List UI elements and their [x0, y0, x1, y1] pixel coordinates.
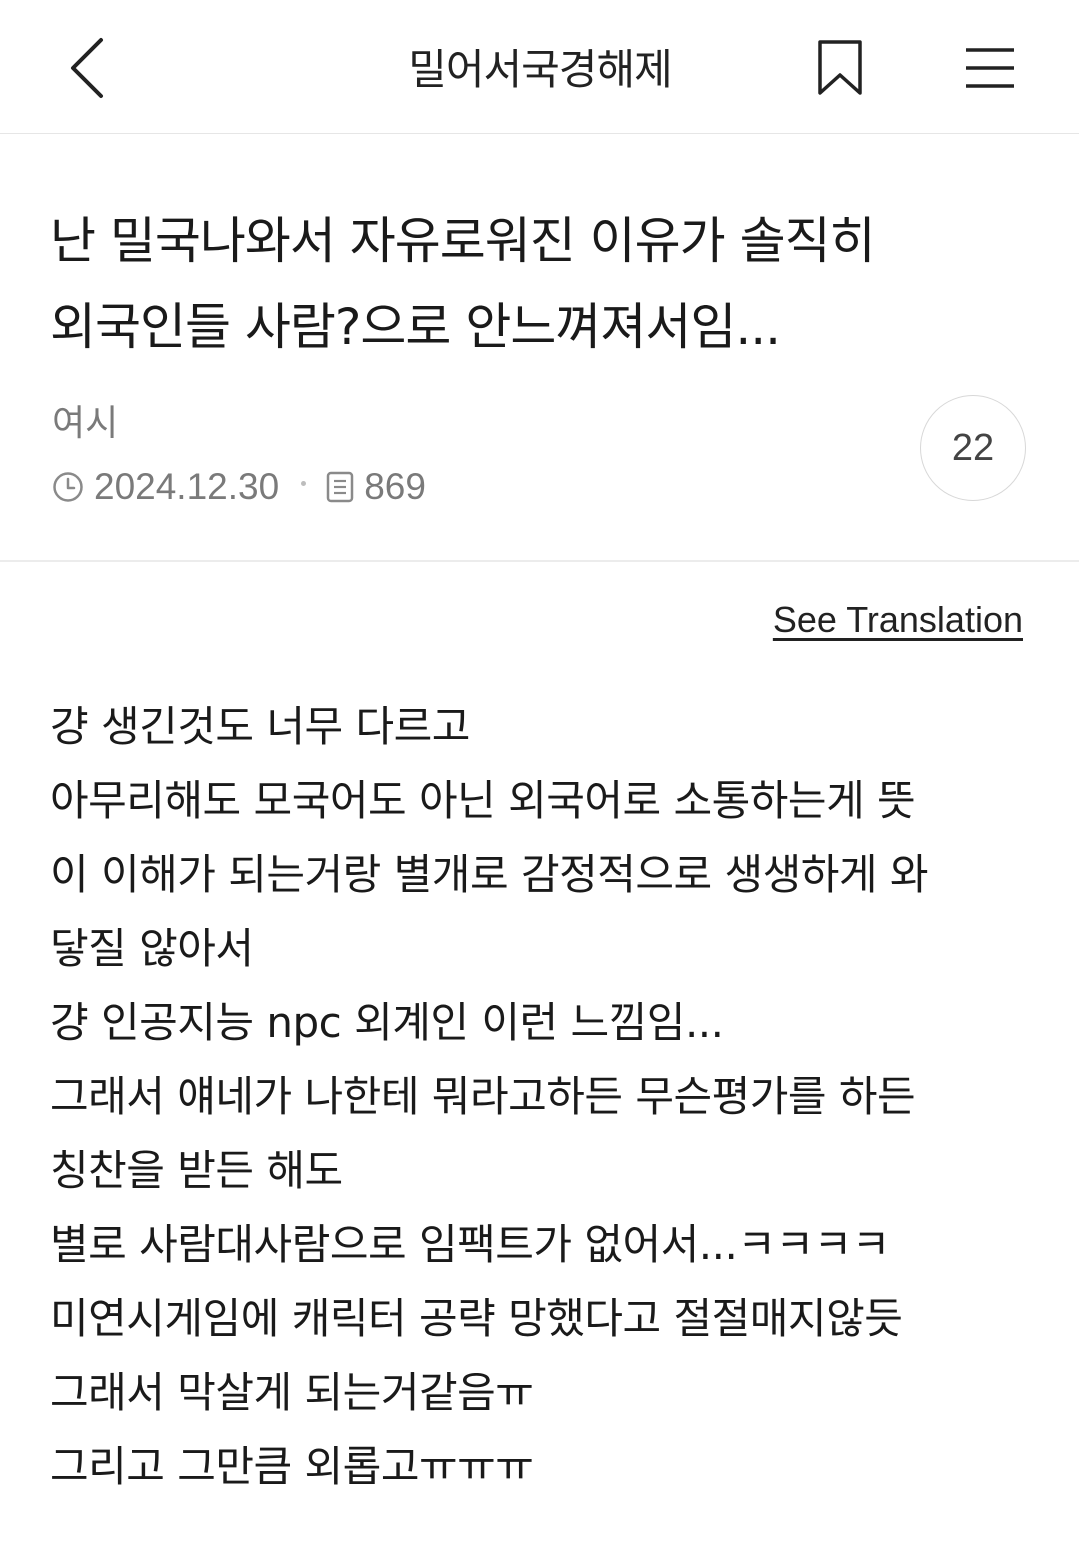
- author-name[interactable]: 여시: [52, 400, 118, 448]
- post-title: 난 밀국나와서 자유로워진 이유가 솔직히 외국인들 사람?으로 안느껴져서임.…: [50, 198, 1040, 370]
- board-title: 밀어서국경해제: [408, 45, 672, 94]
- meta-separator: [301, 480, 307, 486]
- body-line: 이 이해가 되는거랑 별개로 감정적으로 생생하게 와: [50, 850, 929, 899]
- bookmark-icon: [818, 40, 862, 95]
- post-meta: 2024.12.30 869: [52, 462, 426, 512]
- view-count: 869: [364, 466, 426, 507]
- hamburger-menu-icon: [966, 48, 1014, 88]
- see-translation-link[interactable]: See Translation: [773, 598, 1023, 642]
- body-line: 그래서 얘네가 나한테 뭐라고하든 무슨평가를 하든: [50, 1072, 916, 1121]
- body-line: 아무리해도 모국어도 아닌 외국어로 소통하는게 뜻: [50, 776, 916, 825]
- body-line: 그리고 그만큼 외롭고ㅠㅠㅠ: [50, 1442, 534, 1491]
- menu-button[interactable]: [952, 30, 1028, 106]
- back-button[interactable]: [52, 28, 122, 108]
- body-line: 걍 인공지능 npc 외계인 이런 느낌임...: [50, 998, 724, 1047]
- body-line: 그래서 막살게 되는거같음ㅠ: [50, 1368, 534, 1417]
- post-title-line: 외국인들 사람?으로 안느껴져서임...: [50, 298, 781, 356]
- body-line: 걍 생긴것도 너무 다르고: [50, 702, 470, 751]
- post-title-line: 난 밀국나와서 자유로워진 이유가 솔직히: [50, 212, 876, 270]
- comment-count-button[interactable]: 22: [920, 395, 1026, 501]
- clock-icon: [52, 471, 84, 503]
- body-line: 칭찬을 받든 해도: [50, 1146, 343, 1195]
- view-count-icon: [326, 471, 354, 503]
- post-date: 2024.12.30: [94, 466, 280, 507]
- chevron-left-icon: [71, 38, 103, 98]
- body-line: 별로 사람대사람으로 임팩트가 없어서...ㅋㅋㅋㅋ: [50, 1220, 890, 1269]
- body-line: 미연시게임에 캐릭터 공략 망했다고 절절매지않듯: [50, 1294, 903, 1343]
- body-line: 닿질 않아서: [50, 924, 254, 973]
- bookmark-button[interactable]: [806, 30, 874, 106]
- post-body: 걍 생긴것도 너무 다르고 아무리해도 모국어도 아닌 외국어로 소통하는게 뜻…: [50, 690, 1040, 1504]
- header-divider: [0, 560, 1079, 562]
- top-navigation-bar: 밀어서국경해제: [0, 0, 1079, 134]
